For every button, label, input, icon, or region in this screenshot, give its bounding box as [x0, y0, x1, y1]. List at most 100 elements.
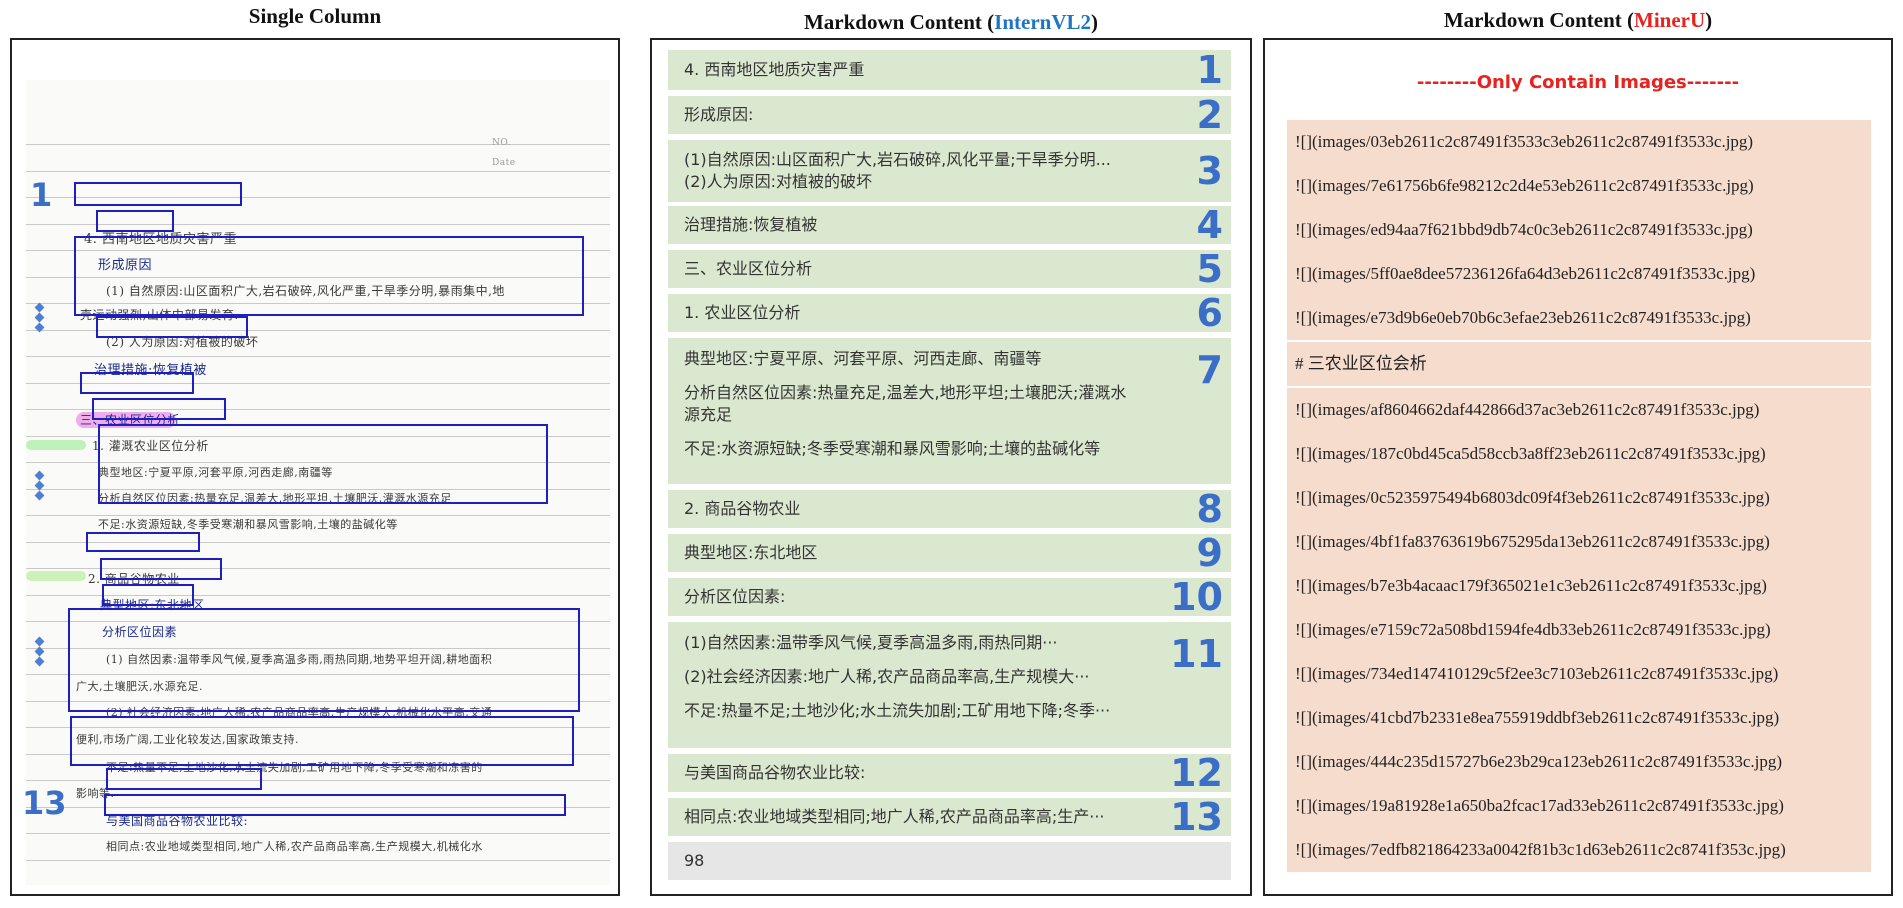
note-line: 不足:水资源短缺,冬季受寒潮和暴风雪影响,土壤的盐碱化等 — [98, 518, 398, 531]
md-row-number: 6 — [1196, 291, 1223, 335]
md-text: (2)人为原因:对植被的破坏 — [684, 172, 873, 191]
title-mineru-prefix: Markdown Content ( — [1443, 8, 1634, 32]
mineru-line: ![](images/af8604662daf442866d37ac3eb261… — [1295, 400, 1760, 419]
mineru-line: ![](images/ed94aa7f621bbd9db74c0c3eb2611… — [1295, 220, 1753, 239]
region-box — [96, 316, 248, 338]
md-row-number: 9 — [1196, 531, 1223, 575]
region-number: 1 — [30, 176, 53, 214]
mineru-line: ![](images/187c0bd45ca5d58ccb3a8ff23eb26… — [1295, 444, 1766, 463]
md-row-number: 12 — [1170, 751, 1223, 795]
md-text: 不足:水资源短缺;冬季受寒潮和暴风雪影响;土壤的盐碱化等 — [684, 439, 1101, 458]
md-text — [684, 426, 1161, 438]
notebook-header-no: NO. — [492, 138, 512, 148]
md-text: (1)自然因素:温带季风气候,夏季高温多雨,雨热同期··· — [684, 633, 1058, 652]
md-row-9: 典型地区:东北地区 9 — [668, 531, 1231, 575]
md-row-number: 7 — [1196, 348, 1223, 392]
md-text: 与美国商品谷物农业比较: — [684, 763, 866, 782]
region-box — [104, 794, 566, 816]
notebook-rule-line — [26, 860, 610, 861]
title-mineru-suffix: ) — [1705, 8, 1713, 32]
mineru-line: ![](images/4bf1fa83763619b675295da13eb26… — [1295, 532, 1770, 551]
region-box — [86, 532, 200, 552]
md-row-number: 2 — [1196, 93, 1223, 137]
md-row-number: 11 — [1170, 632, 1223, 676]
md-text: 相同点:农业地域类型相同;地广人稀,农产品商品率高;生产··· — [684, 807, 1105, 826]
md-text: 源充足 — [684, 405, 733, 424]
md-row-6: 1. 农业区位分析 6 — [668, 291, 1231, 335]
md-text: 典型地区:东北地区 — [684, 543, 818, 562]
mineru-line: ![](images/e7159c72a508bd1594fe4db33eb26… — [1295, 620, 1771, 639]
md-row-3: (1)自然原因:山区面积广大,岩石破碎,风化平量;干旱季分明... (2)人为原因… — [668, 140, 1231, 202]
md-text: 分析自然区位因素:热量充足,温差大,地形平坦;土壤肥沃;灌溉水 — [684, 383, 1127, 402]
md-text: (1)自然原因:山区面积广大,岩石破碎,风化平量;干旱季分明... — [684, 150, 1111, 169]
region-number: 13 — [22, 784, 67, 822]
mineru-line: ![](images/734ed147410129c5f2ee3c7103eb2… — [1295, 664, 1779, 683]
title-internvl-prefix: Markdown Content ( — [803, 10, 995, 34]
mineru-line: ![](images/7e61756b6fe98212c2d4e53eb2611… — [1295, 176, 1754, 195]
md-text: 分析区位因素: — [684, 587, 786, 606]
md-row-number: 10 — [1170, 575, 1223, 619]
mineru-line: ![](images/7edfb821864233a0042f81b3c1d63… — [1295, 840, 1786, 859]
notebook-rule-line — [26, 833, 610, 834]
single-column-panel: NO. Date 4. 西南地区地质灾害严重 形成原因 (1) 自然原因:山区面… — [10, 38, 620, 896]
md-row-12: 与美国商品谷物农业比较: 12 — [668, 751, 1231, 795]
mineru-line: ![](images/444c235d15727b6e23b29ca123eb2… — [1295, 752, 1783, 771]
md-row-2: 形成原因: 2 — [668, 93, 1231, 137]
region-box — [106, 768, 262, 790]
region-box — [96, 210, 174, 232]
md-row-number: 5 — [1196, 247, 1223, 291]
md-text: (2)社会经济因素:地广人稀,农产品商品率高,生产规模大··· — [684, 667, 1090, 686]
mineru-block: # 三农业区位会析 — [1287, 342, 1871, 386]
title-internvl-suffix: ) — [1091, 10, 1098, 34]
md-text: 4. 西南地区地质灾害严重 — [684, 60, 865, 79]
only-images-note: --------Only Contain Images------- — [1416, 72, 1740, 93]
notebook-rule-line — [26, 171, 610, 172]
region-box — [80, 372, 194, 394]
md-row-10: 分析区位因素: 10 — [668, 575, 1231, 619]
reading-order-marker — [34, 302, 46, 334]
title-mineru: Markdown Content (MinerU) — [1263, 8, 1893, 33]
green-highlight-2 — [26, 571, 86, 581]
mineru-line: # 三农业区位会析 — [1295, 354, 1427, 373]
notebook-header-date: Date — [492, 158, 516, 168]
md-row-8: 2. 商品谷物农业 8 — [668, 487, 1231, 531]
md-row-5: 三、农业区位分析 5 — [668, 247, 1231, 291]
md-row-page-number: 98 — [668, 842, 1231, 880]
mineru-line: ![](images/03eb2611c2c87491f3533c3eb2611… — [1295, 132, 1754, 151]
region-box — [98, 424, 548, 504]
reading-order-marker — [34, 470, 46, 502]
md-row-number: 4 — [1196, 203, 1223, 247]
md-text: 三、农业区位分析 — [684, 259, 813, 278]
md-text: 不足:热量不足;土地沙化;水土流失加剧;工矿用地下降;冬季··· — [684, 701, 1111, 720]
mineru-block: ![](images/af8604662daf442866d37ac3eb261… — [1287, 388, 1871, 872]
region-box — [68, 608, 580, 712]
reading-order-marker — [34, 636, 46, 668]
title-internvl: Markdown Content (InternVL2) — [650, 10, 1252, 35]
mineru-block: ![](images/03eb2611c2c87491f3533c3eb2611… — [1287, 120, 1871, 340]
md-text — [684, 654, 1161, 666]
md-row-13: 相同点:农业地域类型相同;地广人稀,农产品商品率高;生产··· 13 — [668, 795, 1231, 839]
md-row-1: 4. 西南地区地质灾害严重 1 — [668, 48, 1231, 92]
md-row-number: 13 — [1170, 795, 1223, 839]
region-box — [70, 716, 574, 766]
region-box — [102, 584, 194, 606]
region-box — [74, 236, 584, 316]
md-text — [684, 370, 1161, 382]
mineru-line: ![](images/e73d9b6e0eb70b6c3efae23eb2611… — [1295, 308, 1751, 327]
mineru-markdown-panel: --------Only Contain Images------- ![](i… — [1263, 38, 1893, 896]
mineru-line: ![](images/5ff0ae8dee57236126fa64d3eb261… — [1295, 264, 1756, 283]
md-text: 形成原因: — [684, 105, 754, 124]
md-row-7: 典型地区:宁夏平原、河套平原、河西走廊、南疆等 分析自然区位因素:热量充足,温差… — [668, 338, 1231, 484]
notebook-rule-line — [26, 144, 610, 145]
md-row-number: 8 — [1196, 487, 1223, 531]
md-text: 典型地区:宁夏平原、河套平原、河西走廊、南疆等 — [684, 349, 1042, 368]
notebook-rule-line — [26, 356, 610, 357]
title-mineru-model: MinerU — [1634, 8, 1706, 32]
md-row-number: 3 — [1196, 149, 1223, 193]
md-text: 2. 商品谷物农业 — [684, 499, 801, 518]
md-row-11: (1)自然因素:温带季风气候,夏季高温多雨,雨热同期··· (2)社会经济因素:… — [668, 622, 1231, 748]
region-box — [74, 182, 242, 206]
green-highlight — [26, 440, 86, 450]
md-row-4: 治理措施:恢复植被 4 — [668, 203, 1231, 247]
internvl-markdown-panel: 4. 西南地区地质灾害严重 1 形成原因: 2 (1)自然原因:山区面积广大,岩石破… — [650, 38, 1252, 896]
